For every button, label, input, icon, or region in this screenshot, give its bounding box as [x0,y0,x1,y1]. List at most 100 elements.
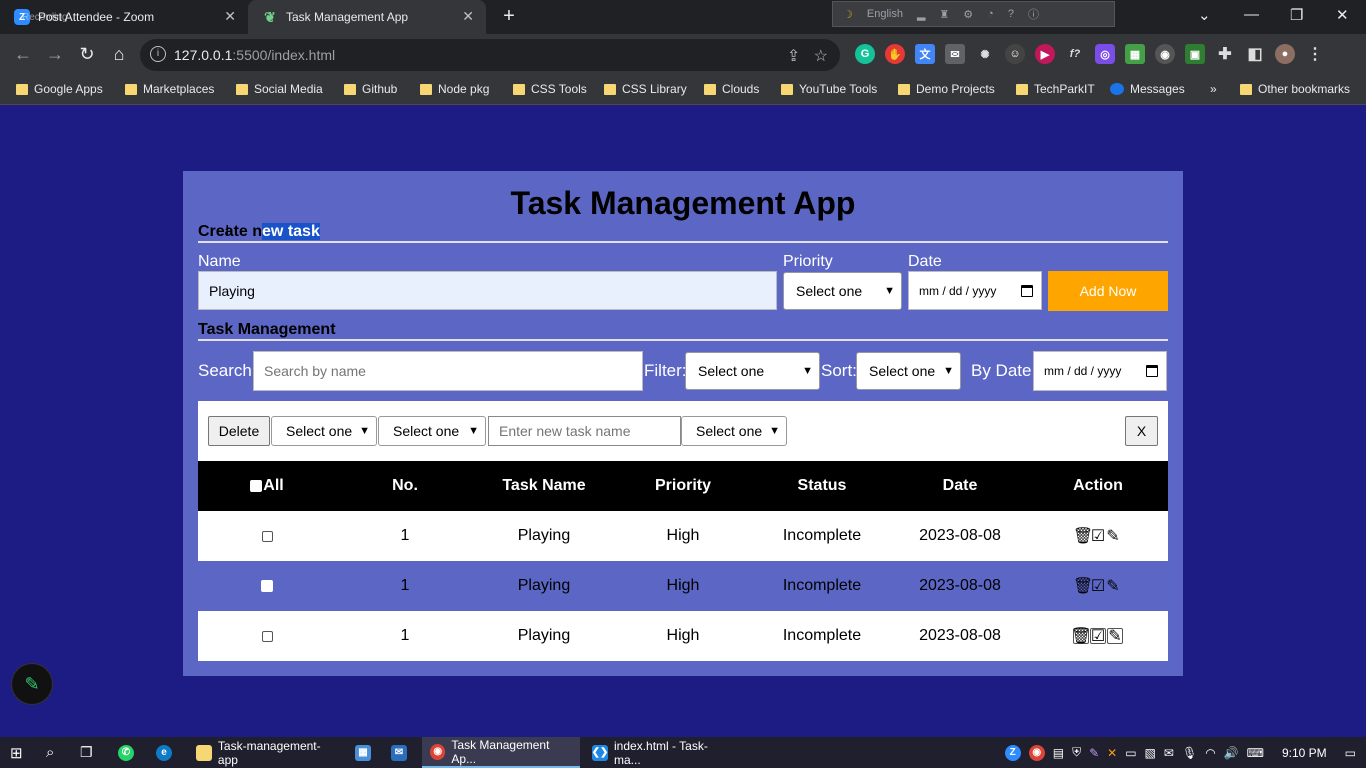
calendar-icon[interactable] [1146,365,1158,377]
close-tab-icon[interactable]: ✕ [224,8,236,25]
bookmark-folder[interactable]: Google Apps [16,82,103,96]
colorzilla-icon[interactable]: ◎ [1095,44,1115,64]
mic-icon[interactable]: 🎙 [1182,746,1197,760]
translate-icon[interactable]: 文 [915,44,935,64]
home-icon[interactable]: ⌂ [108,44,130,65]
sparkle-icon[interactable]: ✕ [1107,746,1117,760]
close-tab-icon[interactable]: ✕ [462,8,474,25]
pen-icon[interactable]: ✎ [1089,746,1099,760]
close-bulk-button[interactable]: X [1125,416,1158,446]
bookmark-folder[interactable]: Node pkg [420,82,489,96]
bookmark-folder[interactable]: Github [344,82,397,96]
tab-search-icon[interactable]: ⌄ [1198,6,1211,24]
palette-icon[interactable]: ▦ [1125,44,1145,64]
emoji-icon[interactable]: ☺ [1005,44,1025,64]
gear-icon[interactable]: ⚙ [963,8,973,21]
search-input[interactable]: Search by name [253,351,643,391]
trash-icon[interactable]: 🗑 [1073,578,1093,595]
tab-task-management[interactable]: ❦ Task Management App ✕ [248,0,486,34]
bookmark-folder[interactable]: Marketplaces [125,82,214,96]
new-tab-button[interactable]: + [498,5,520,28]
close-window-icon[interactable]: ✕ [1336,6,1349,24]
mail-icon[interactable]: ✉ [945,44,965,64]
battery-icon[interactable]: ▭ [1125,746,1136,760]
bookmark-folder[interactable]: Clouds [704,82,759,96]
mail-button[interactable]: ✉ [391,737,407,768]
notification-icon[interactable]: ▭ [1345,746,1356,760]
edge-button[interactable]: e [156,737,172,768]
edge-icon[interactable]: ◔ [987,8,994,20]
taskbar-explorer[interactable]: Task-management-app [188,737,348,768]
bulk-status-select[interactable]: Select one ▼ [378,416,486,446]
info-icon[interactable]: ⓘ [1028,6,1039,22]
task-name-input[interactable]: Playing [198,271,777,310]
edit-icon[interactable]: ✎ [1106,578,1120,595]
trash-icon[interactable]: 🗑 [1071,628,1091,645]
bookmark-folder[interactable]: Demo Projects [898,82,995,96]
bookmark-folder[interactable]: CSS Library [604,82,687,96]
keyboard-icon[interactable]: ⌨ [1247,746,1264,760]
record-icon[interactable]: ▶ [1035,44,1055,64]
hat-icon[interactable]: ▂ [917,8,925,21]
row-checkbox[interactable] [261,530,273,542]
address-bar[interactable]: i 127.0.0.1 :5500/index.html ⇪ ☆ [140,39,840,71]
zoom-icon[interactable]: Z [1004,744,1021,761]
help-icon[interactable]: ? [1008,8,1014,20]
trash-icon[interactable]: 🗑 [1073,528,1093,545]
forward-icon[interactable]: → [44,44,66,65]
bookmarks-overflow[interactable]: » [1210,82,1217,96]
tab-zoom[interactable]: Z Post Attendee - Zoom Recording ✕ [0,0,248,34]
minimize-icon[interactable]: — [1244,6,1259,23]
rename-input[interactable]: Enter new task name [488,416,681,446]
checkmark-icon[interactable]: ☑ [1091,528,1105,545]
edit-fab-button[interactable]: ✎ [12,664,52,704]
wifi-icon[interactable]: ◠ [1205,746,1215,760]
bookmark-messages[interactable]: Messages [1110,82,1185,96]
checkmark-icon[interactable]: ☑ [1091,578,1105,595]
menu-icon[interactable]: ⋮ [1305,44,1325,64]
checkmark-icon[interactable]: ☑ [1090,628,1106,645]
calendar-icon[interactable] [1021,284,1033,297]
react-icon[interactable]: ✺ [975,44,995,64]
taskbar-vscode[interactable]: ❮❯ index.html - Task-ma... [584,737,738,768]
bulk-date-select[interactable]: Select one ▼ [681,416,787,446]
site-info-icon[interactable]: i [150,46,166,62]
task-date-input[interactable]: mm / dd / yyyy [908,271,1042,310]
sort-select[interactable]: Select one ▼ [856,352,961,390]
chat-icon[interactable]: ✉ [1164,746,1174,760]
delete-button[interactable]: Delete [208,416,270,446]
edit-icon[interactable]: ✎ [1107,628,1123,645]
sheet-icon[interactable]: ▣ [1185,44,1205,64]
task-view-button[interactable]: ❐ [80,737,93,768]
photo-icon[interactable]: ▧ [1145,746,1156,760]
store-button[interactable]: ▦ [355,737,371,768]
bulk-priority-select[interactable]: Select one ▼ [271,416,377,446]
volume-icon[interactable]: 🔊 [1224,746,1239,760]
grammarly-icon[interactable]: G [855,44,875,64]
edit-icon[interactable]: ✎ [1106,528,1120,545]
filter-date-input[interactable]: mm / dd / yyyy [1033,351,1167,391]
reload-icon[interactable]: ↻ [76,44,98,65]
start-button[interactable]: ⊞ [10,737,23,768]
bookmark-folder[interactable]: Social Media [236,82,323,96]
filter-select[interactable]: Select one ▼ [685,352,820,390]
back-icon[interactable]: ← [12,44,34,65]
row-checkbox[interactable] [261,580,273,592]
add-now-button[interactable]: Add Now [1048,271,1168,311]
search-button[interactable]: ⌕ [46,737,54,768]
target-icon[interactable]: ◉ [1155,44,1175,64]
bookmark-folder[interactable]: Other bookmarks [1240,82,1350,96]
bookmark-folder[interactable]: YouTube Tools [781,82,877,96]
bookmark-folder[interactable]: CSS Tools [513,82,587,96]
taskbar-chrome[interactable]: ◉ Task Management Ap... [422,737,580,768]
avatar[interactable]: ● [1275,44,1295,64]
moon-icon[interactable]: ☽ [843,8,853,21]
shield-icon[interactable]: ⛨ [1072,745,1081,760]
language-label[interactable]: English [867,8,903,20]
share-star-icons[interactable]: ⇪ ☆ [787,46,828,66]
restore-icon[interactable]: ❐ [1290,6,1303,24]
bookmark-folder[interactable]: TechParkIT [1016,82,1095,96]
priority-select[interactable]: Select one ▼ [783,272,902,310]
row-checkbox[interactable] [261,630,273,642]
sidebar-icon[interactable]: ◧ [1245,44,1265,64]
